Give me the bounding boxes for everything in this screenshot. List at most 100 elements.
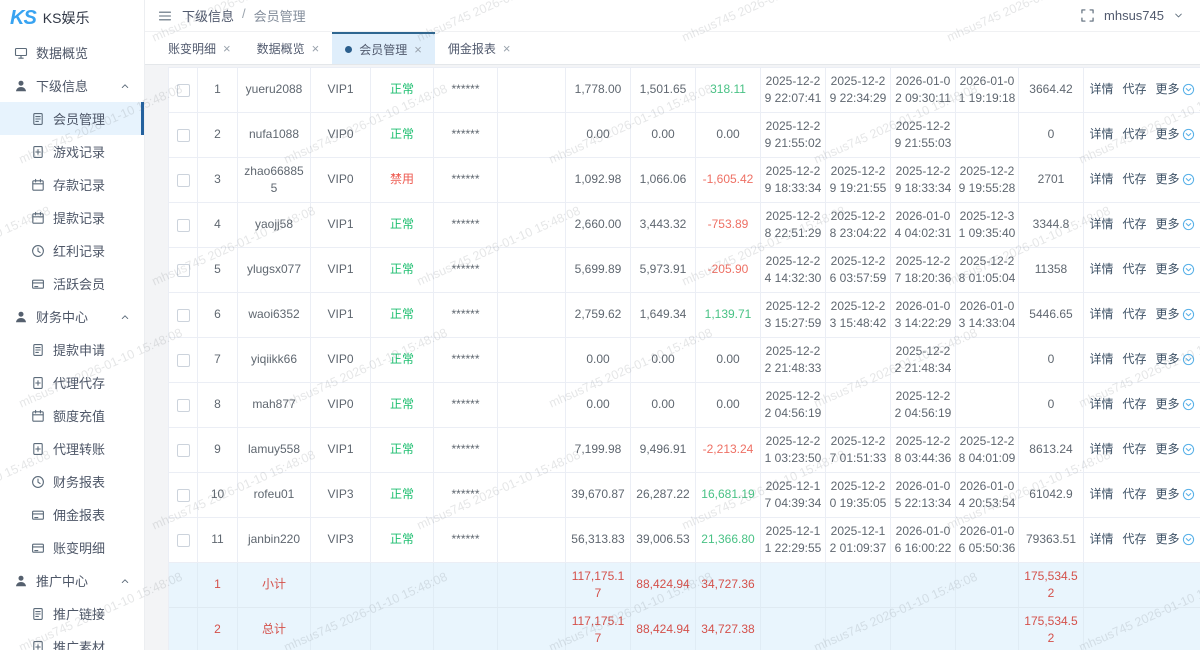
- cell-status: [371, 608, 434, 650]
- tab-数据概览[interactable]: 数据概览×: [244, 32, 333, 64]
- row-checkbox[interactable]: [177, 489, 190, 502]
- deposit-link[interactable]: 代存: [1122, 441, 1146, 458]
- more-link[interactable]: 更多: [1156, 441, 1195, 458]
- cell-profit: 1,139.71: [696, 293, 761, 337]
- table-row: 7yiqiikk66VIP0正常******0.000.000.002025-1…: [169, 338, 1200, 383]
- tab-会员管理[interactable]: 会员管理×: [332, 32, 435, 64]
- close-icon[interactable]: ×: [503, 42, 511, 55]
- more-link[interactable]: 更多: [1156, 531, 1195, 548]
- row-checkbox[interactable]: [177, 444, 190, 457]
- cell-index: 7: [198, 338, 238, 382]
- more-link[interactable]: 更多: [1156, 171, 1195, 188]
- card-icon: [31, 508, 45, 522]
- cell-time4: 2025-12-29 19:55:28: [956, 158, 1019, 202]
- deposit-link[interactable]: 代存: [1122, 81, 1146, 98]
- row-checkbox[interactable]: [177, 219, 190, 232]
- sidebar-item-会员管理[interactable]: 会员管理: [0, 102, 144, 135]
- sidebar-item-推广中心[interactable]: 推广中心: [0, 564, 144, 597]
- detail-link[interactable]: 详情: [1089, 126, 1113, 143]
- cell-amount2: 5,973.91: [631, 248, 696, 292]
- sidebar-item-活跃会员[interactable]: 活跃会员: [0, 267, 144, 300]
- more-link[interactable]: 更多: [1156, 261, 1195, 278]
- cell-actions: 详情代存更多: [1084, 473, 1200, 517]
- more-link[interactable]: 更多: [1156, 216, 1195, 233]
- tab-账变明细[interactable]: 账变明细×: [155, 32, 244, 64]
- deposit-link[interactable]: 代存: [1122, 216, 1146, 233]
- sidebar-item-数据概览[interactable]: 数据概览: [0, 36, 144, 69]
- fullscreen-icon[interactable]: [1080, 8, 1095, 23]
- hamburger-icon[interactable]: [158, 9, 172, 23]
- cell-time2: 2025-12-29 22:34:29: [826, 68, 891, 112]
- cell-checkbox: [169, 113, 198, 157]
- detail-link[interactable]: 详情: [1089, 171, 1113, 188]
- deposit-link[interactable]: 代存: [1122, 261, 1146, 278]
- detail-link[interactable]: 详情: [1089, 216, 1113, 233]
- detail-link[interactable]: 详情: [1089, 531, 1113, 548]
- circle-chevron-icon: [1182, 263, 1195, 276]
- more-link[interactable]: 更多: [1156, 306, 1195, 323]
- more-link[interactable]: 更多: [1156, 81, 1195, 98]
- row-checkbox[interactable]: [177, 399, 190, 412]
- deposit-link[interactable]: 代存: [1122, 351, 1146, 368]
- doc-add-icon: [31, 442, 45, 456]
- brand-name: KS娱乐: [43, 8, 90, 28]
- tab-佣金报表[interactable]: 佣金报表×: [435, 32, 524, 64]
- cell-password: ******: [434, 158, 498, 202]
- sidebar-item-提款申请[interactable]: 提款申请: [0, 333, 144, 366]
- chevron-down-icon[interactable]: [1173, 10, 1184, 21]
- cell-password: ******: [434, 473, 498, 517]
- cell-username: rofeu01: [238, 473, 311, 517]
- detail-link[interactable]: 详情: [1089, 306, 1113, 323]
- cell-checkbox: [169, 608, 198, 650]
- row-checkbox[interactable]: [177, 354, 190, 367]
- sidebar-item-存款记录[interactable]: 存款记录: [0, 168, 144, 201]
- sidebar-item-财务报表[interactable]: 财务报表: [0, 465, 144, 498]
- sidebar-item-财务中心[interactable]: 财务中心: [0, 300, 144, 333]
- username-menu[interactable]: mhsus745: [1104, 8, 1164, 23]
- detail-link[interactable]: 详情: [1089, 441, 1113, 458]
- detail-link[interactable]: 详情: [1089, 351, 1113, 368]
- row-checkbox[interactable]: [177, 534, 190, 547]
- row-checkbox[interactable]: [177, 84, 190, 97]
- sidebar-item-账变明细[interactable]: 账变明细: [0, 531, 144, 564]
- close-icon[interactable]: ×: [414, 43, 422, 56]
- more-link[interactable]: 更多: [1156, 486, 1195, 503]
- topbar-right: mhsus745: [1080, 8, 1184, 23]
- detail-link[interactable]: 详情: [1089, 261, 1113, 278]
- row-checkbox[interactable]: [177, 129, 190, 142]
- deposit-link[interactable]: 代存: [1122, 171, 1146, 188]
- breadcrumb-parent[interactable]: 下级信息: [182, 6, 234, 25]
- sidebar-item-游戏记录[interactable]: 游戏记录: [0, 135, 144, 168]
- sidebar-item-红利记录[interactable]: 红利记录: [0, 234, 144, 267]
- sidebar-item-推广链接[interactable]: 推广链接: [0, 597, 144, 630]
- cell-balance: 3344.8: [1019, 203, 1084, 247]
- detail-link[interactable]: 详情: [1089, 486, 1113, 503]
- detail-link[interactable]: 详情: [1089, 396, 1113, 413]
- row-checkbox[interactable]: [177, 264, 190, 277]
- deposit-link[interactable]: 代存: [1122, 486, 1146, 503]
- more-link[interactable]: 更多: [1156, 396, 1195, 413]
- cell-time2: 2025-12-23 15:48:42: [826, 293, 891, 337]
- deposit-link[interactable]: 代存: [1122, 306, 1146, 323]
- deposit-link[interactable]: 代存: [1122, 531, 1146, 548]
- detail-link[interactable]: 详情: [1089, 81, 1113, 98]
- row-checkbox[interactable]: [177, 174, 190, 187]
- sidebar-item-label: 佣金报表: [53, 505, 105, 524]
- sidebar-item-代理代存[interactable]: 代理代存: [0, 366, 144, 399]
- content-area: 1yueru2088VIP1正常******1,778.001,501.6531…: [145, 65, 1200, 650]
- deposit-link[interactable]: 代存: [1122, 396, 1146, 413]
- more-link[interactable]: 更多: [1156, 126, 1195, 143]
- close-icon[interactable]: ×: [312, 42, 320, 55]
- more-link[interactable]: 更多: [1156, 351, 1195, 368]
- row-checkbox[interactable]: [177, 309, 190, 322]
- cell-profit: 21,366.80: [696, 518, 761, 562]
- sidebar-item-额度充值[interactable]: 额度充值: [0, 399, 144, 432]
- deposit-link[interactable]: 代存: [1122, 126, 1146, 143]
- sidebar-item-代理转账[interactable]: 代理转账: [0, 432, 144, 465]
- close-icon[interactable]: ×: [223, 42, 231, 55]
- sidebar-item-下级信息[interactable]: 下级信息: [0, 69, 144, 102]
- sidebar-item-提款记录[interactable]: 提款记录: [0, 201, 144, 234]
- sidebar-item-佣金报表[interactable]: 佣金报表: [0, 498, 144, 531]
- sidebar-item-推广素材[interactable]: 推广素材: [0, 630, 144, 650]
- cell-checkbox: [169, 428, 198, 472]
